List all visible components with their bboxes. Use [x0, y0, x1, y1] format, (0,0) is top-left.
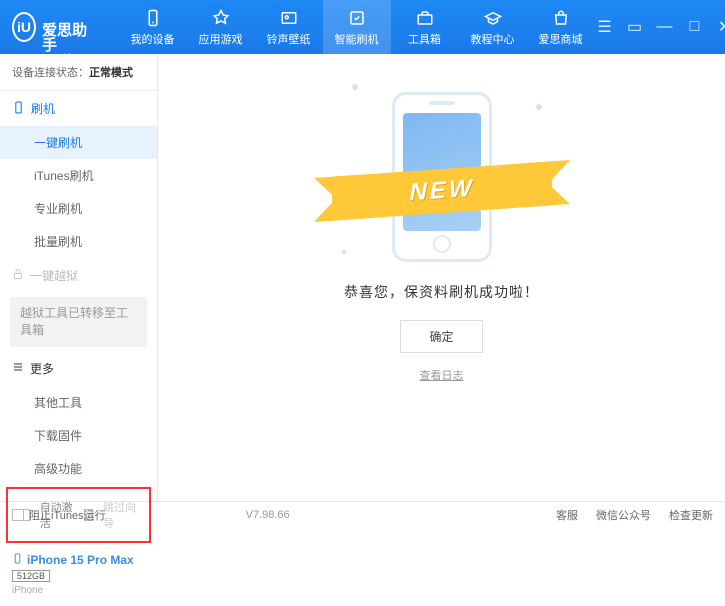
apps-icon — [211, 8, 231, 28]
top-nav: 我的设备 应用游戏 铃声壁纸 智能刷机 工具箱 教程中心 爱思商城 — [119, 0, 595, 54]
image-icon — [279, 8, 299, 28]
device-name[interactable]: iPhone 15 Pro Max — [12, 553, 145, 567]
sidebar-jailbreak-head: 一键越狱 — [0, 258, 157, 293]
block-itunes-checkbox[interactable] — [12, 509, 24, 521]
nav-tutorials[interactable]: 教程中心 — [459, 0, 527, 54]
device-phone-icon — [12, 553, 23, 567]
success-illustration: NEW — [342, 84, 542, 264]
nav-smart-flash[interactable]: 智能刷机 — [323, 0, 391, 54]
ok-button[interactable]: 确定 — [400, 320, 482, 353]
phone-icon — [143, 8, 163, 28]
sidebar-batch-flash[interactable]: 批量刷机 — [0, 225, 157, 258]
lock-icon — [12, 268, 24, 283]
graduation-icon — [483, 8, 503, 28]
sidebar-itunes-flash[interactable]: iTunes刷机 — [0, 159, 157, 192]
maximize-icon[interactable]: □ — [685, 17, 705, 37]
toolbox-icon — [415, 8, 435, 28]
nav-apps-games[interactable]: 应用游戏 — [187, 0, 255, 54]
bag-icon — [551, 8, 571, 28]
refresh-icon — [347, 8, 367, 28]
success-message: 恭喜您，保资料刷机成功啦！ — [344, 282, 539, 302]
block-itunes-label: 阻止iTunes运行 — [29, 507, 106, 523]
list-icon — [12, 361, 24, 376]
sidebar-flash-head[interactable]: 刷机 — [0, 91, 157, 126]
logo-icon: iU — [12, 12, 36, 42]
flash-icon — [12, 101, 25, 117]
close-icon[interactable]: ✕ — [715, 17, 725, 37]
main-content: NEW 恭喜您，保资料刷机成功啦！ 确定 查看日志 — [158, 54, 725, 501]
nav-toolbox[interactable]: 工具箱 — [391, 0, 459, 54]
sidebar-other-tools[interactable]: 其他工具 — [0, 386, 157, 419]
app-logo: iU 爱思助手 www.i4.cn — [12, 0, 89, 62]
footer-support[interactable]: 客服 — [556, 507, 578, 523]
minimize-icon[interactable]: — — [655, 17, 675, 37]
view-log-link[interactable]: 查看日志 — [420, 367, 464, 383]
app-name: 爱思助手 — [42, 0, 88, 53]
window-controls: ☰ ▭ — □ ✕ — [595, 13, 725, 41]
sidebar-advanced[interactable]: 高级功能 — [0, 452, 157, 485]
sidebar-oneclick-flash[interactable]: 一键刷机 — [0, 126, 157, 159]
skin-icon[interactable]: ▭ — [625, 17, 645, 37]
app-url: www.i4.cn — [42, 53, 88, 62]
sidebar-jailbreak-note: 越狱工具已转移至工具箱 — [10, 297, 147, 347]
storage-badge: 512GB — [12, 570, 50, 582]
device-type: iPhone — [12, 585, 145, 596]
sidebar-more-head[interactable]: 更多 — [0, 351, 157, 386]
device-info: iPhone 15 Pro Max 512GB iPhone — [0, 545, 157, 606]
menu-icon[interactable]: ☰ — [595, 17, 615, 37]
nav-my-device[interactable]: 我的设备 — [119, 0, 187, 54]
nav-store[interactable]: 爱思商城 — [527, 0, 595, 54]
new-ribbon: NEW — [409, 175, 474, 208]
sidebar: 设备连接状态：正常模式 刷机 一键刷机 iTunes刷机 专业刷机 批量刷机 一… — [0, 54, 158, 501]
sidebar-pro-flash[interactable]: 专业刷机 — [0, 192, 157, 225]
sidebar-download-firmware[interactable]: 下载固件 — [0, 419, 157, 452]
nav-ringtones[interactable]: 铃声壁纸 — [255, 0, 323, 54]
footer-wechat[interactable]: 微信公众号 — [596, 507, 651, 523]
titlebar: iU 爱思助手 www.i4.cn 我的设备 应用游戏 铃声壁纸 智能刷机 工具… — [0, 0, 725, 54]
version-label: V7.98.66 — [246, 509, 290, 521]
footer-update[interactable]: 检查更新 — [669, 507, 713, 523]
